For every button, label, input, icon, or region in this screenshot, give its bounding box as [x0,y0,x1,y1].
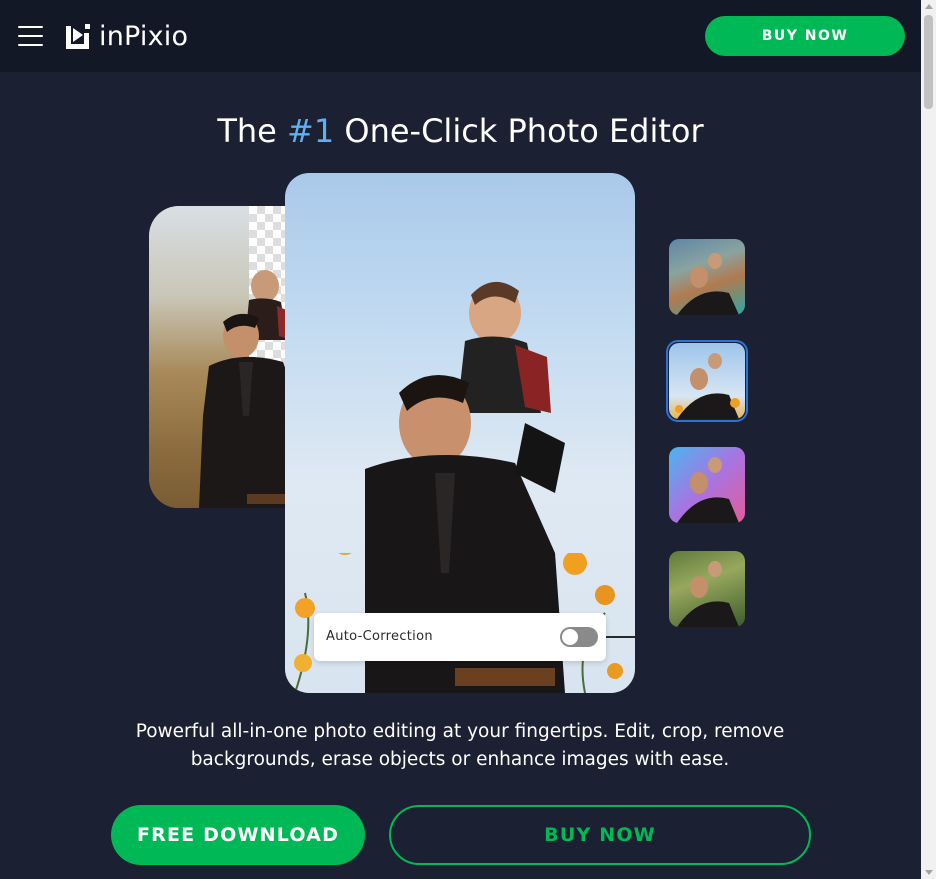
auto-correction-panel: Auto-Correction [314,613,606,661]
title-suffix: One-Click Photo Editor [334,112,704,150]
thumbnail-palm-background[interactable] [669,551,745,627]
top-navigation-bar: inPixio BUY NOW [0,0,921,72]
thumbnail-sky-background[interactable] [669,343,745,419]
auto-correction-label: Auto-Correction [326,629,433,644]
toggle-connector-line [606,636,635,638]
thumbnail-person-image [675,353,740,419]
buy-now-button[interactable]: BUY NOW [389,805,811,865]
header-buy-now-button[interactable]: BUY NOW [705,16,905,56]
hero-title: The #1 One-Click Photo Editor [0,112,921,150]
auto-correction-toggle[interactable] [560,627,598,647]
thumbnail-person-image [677,457,739,523]
title-accent: #1 [287,112,335,150]
scroll-down-arrow-icon[interactable] [925,870,933,875]
play-logo-icon [66,23,90,49]
brand-logo[interactable]: inPixio [66,20,189,52]
brand-name: inPixio [99,20,189,52]
title-prefix: The [217,112,288,150]
page-scrollbar[interactable] [921,0,936,879]
hamburger-menu-icon[interactable] [18,26,43,46]
scroll-thumb[interactable] [924,15,933,109]
thumbnail-person-image [677,253,739,315]
thumbnail-scenic-background[interactable] [669,239,745,315]
hero-description: Powerful all-in-one photo editing at you… [135,721,785,770]
free-download-button[interactable]: FREE DOWNLOAD [111,805,365,865]
thumbnail-gradient-background[interactable] [669,447,745,523]
scroll-up-arrow-icon[interactable] [925,4,933,9]
thumbnail-person-image [677,561,739,627]
